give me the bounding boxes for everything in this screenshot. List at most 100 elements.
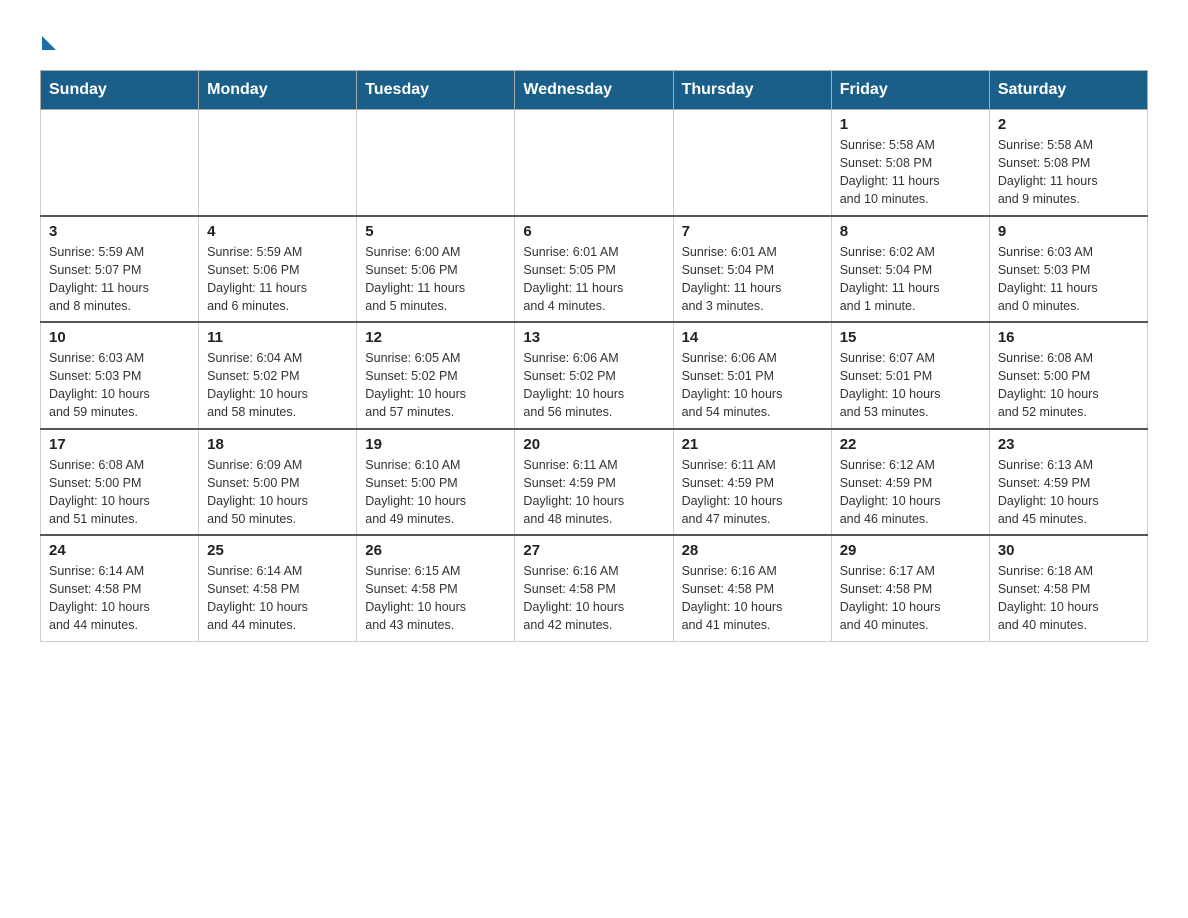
weekday-header-wednesday: Wednesday [515,71,673,110]
calendar-cell: 14 Sunrise: 6:06 AMSunset: 5:01 PMDayligh… [673,322,831,429]
day-info: Sunrise: 6:11 AMSunset: 4:59 PMDaylight:… [523,456,664,529]
day-number: 27 [523,542,664,559]
weekday-header-row: SundayMondayTuesdayWednesdayThursdayFrid… [41,71,1148,110]
calendar-cell: 1 Sunrise: 5:58 AMSunset: 5:08 PMDaylight… [831,110,989,216]
day-number: 20 [523,436,664,453]
day-info: Sunrise: 6:06 AMSunset: 5:01 PMDaylight:… [682,349,823,422]
calendar-cell [199,110,357,216]
day-number: 4 [207,223,348,240]
day-number: 23 [998,436,1139,453]
calendar-cell: 13 Sunrise: 6:06 AMSunset: 5:02 PMDayligh… [515,322,673,429]
weekday-header-thursday: Thursday [673,71,831,110]
day-info: Sunrise: 6:15 AMSunset: 4:58 PMDaylight:… [365,562,506,635]
calendar-cell [41,110,199,216]
calendar-cell: 23 Sunrise: 6:13 AMSunset: 4:59 PMDayligh… [989,429,1147,536]
calendar-week-row: 3 Sunrise: 5:59 AMSunset: 5:07 PMDaylight… [41,216,1148,323]
calendar-cell: 21Sunrise: 6:11 AMSunset: 4:59 PMDayligh… [673,429,831,536]
day-info: Sunrise: 6:05 AMSunset: 5:02 PMDaylight:… [365,349,506,422]
calendar-cell: 2 Sunrise: 5:58 AMSunset: 5:08 PMDaylight… [989,110,1147,216]
day-info: Sunrise: 6:18 AMSunset: 4:58 PMDaylight:… [998,562,1139,635]
logo-arrow-icon [42,36,56,50]
day-info: Sunrise: 5:59 AMSunset: 5:06 PMDaylight:… [207,243,348,316]
day-info: Sunrise: 6:08 AMSunset: 5:00 PMDaylight:… [998,349,1139,422]
calendar-cell: 30 Sunrise: 6:18 AMSunset: 4:58 PMDayligh… [989,535,1147,641]
calendar-cell: 25 Sunrise: 6:14 AMSunset: 4:58 PMDayligh… [199,535,357,641]
day-number: 9 [998,223,1139,240]
calendar-cell: 7Sunrise: 6:01 AMSunset: 5:04 PMDaylight… [673,216,831,323]
calendar-table: SundayMondayTuesdayWednesdayThursdayFrid… [40,70,1148,642]
calendar-cell: 4 Sunrise: 5:59 AMSunset: 5:06 PMDaylight… [199,216,357,323]
calendar-cell: 19Sunrise: 6:10 AMSunset: 5:00 PMDayligh… [357,429,515,536]
calendar-cell [357,110,515,216]
day-number: 30 [998,542,1139,559]
day-number: 2 [998,116,1139,133]
day-info: Sunrise: 6:16 AMSunset: 4:58 PMDaylight:… [682,562,823,635]
calendar-cell: 6Sunrise: 6:01 AMSunset: 5:05 PMDaylight… [515,216,673,323]
calendar-cell: 20 Sunrise: 6:11 AMSunset: 4:59 PMDayligh… [515,429,673,536]
day-info: Sunrise: 6:09 AMSunset: 5:00 PMDaylight:… [207,456,348,529]
calendar-cell: 3 Sunrise: 5:59 AMSunset: 5:07 PMDaylight… [41,216,199,323]
page-header [40,30,1148,50]
calendar-cell: 29 Sunrise: 6:17 AMSunset: 4:58 PMDayligh… [831,535,989,641]
day-info: Sunrise: 6:03 AMSunset: 5:03 PMDaylight:… [49,349,190,422]
day-number: 24 [49,542,190,559]
day-info: Sunrise: 5:58 AMSunset: 5:08 PMDaylight:… [998,136,1139,209]
calendar-week-row: 24 Sunrise: 6:14 AMSunset: 4:58 PMDayligh… [41,535,1148,641]
weekday-header-monday: Monday [199,71,357,110]
day-number: 5 [365,223,506,240]
day-number: 13 [523,329,664,346]
day-info: Sunrise: 5:59 AMSunset: 5:07 PMDaylight:… [49,243,190,316]
calendar-cell: 5 Sunrise: 6:00 AMSunset: 5:06 PMDaylight… [357,216,515,323]
day-number: 26 [365,542,506,559]
day-number: 19 [365,436,506,453]
calendar-cell: 9 Sunrise: 6:03 AMSunset: 5:03 PMDaylight… [989,216,1147,323]
day-number: 25 [207,542,348,559]
day-info: Sunrise: 6:07 AMSunset: 5:01 PMDaylight:… [840,349,981,422]
day-number: 1 [840,116,981,133]
day-number: 3 [49,223,190,240]
weekday-header-saturday: Saturday [989,71,1147,110]
day-info: Sunrise: 6:08 AMSunset: 5:00 PMDaylight:… [49,456,190,529]
day-info: Sunrise: 5:58 AMSunset: 5:08 PMDaylight:… [840,136,981,209]
day-info: Sunrise: 6:14 AMSunset: 4:58 PMDaylight:… [207,562,348,635]
day-number: 14 [682,329,823,346]
weekday-header-friday: Friday [831,71,989,110]
calendar-cell [515,110,673,216]
day-info: Sunrise: 6:17 AMSunset: 4:58 PMDaylight:… [840,562,981,635]
calendar-week-row: 10 Sunrise: 6:03 AMSunset: 5:03 PMDayligh… [41,322,1148,429]
calendar-cell: 24 Sunrise: 6:14 AMSunset: 4:58 PMDayligh… [41,535,199,641]
day-info: Sunrise: 6:03 AMSunset: 5:03 PMDaylight:… [998,243,1139,316]
day-info: Sunrise: 6:02 AMSunset: 5:04 PMDaylight:… [840,243,981,316]
day-info: Sunrise: 6:12 AMSunset: 4:59 PMDaylight:… [840,456,981,529]
calendar-cell: 12 Sunrise: 6:05 AMSunset: 5:02 PMDayligh… [357,322,515,429]
day-number: 12 [365,329,506,346]
calendar-cell: 11 Sunrise: 6:04 AMSunset: 5:02 PMDayligh… [199,322,357,429]
day-number: 8 [840,223,981,240]
calendar-cell: 26 Sunrise: 6:15 AMSunset: 4:58 PMDayligh… [357,535,515,641]
calendar-cell: 28 Sunrise: 6:16 AMSunset: 4:58 PMDayligh… [673,535,831,641]
day-number: 17 [49,436,190,453]
weekday-header-tuesday: Tuesday [357,71,515,110]
day-number: 16 [998,329,1139,346]
calendar-week-row: 17 Sunrise: 6:08 AMSunset: 5:00 PMDayligh… [41,429,1148,536]
weekday-header-sunday: Sunday [41,71,199,110]
day-info: Sunrise: 6:04 AMSunset: 5:02 PMDaylight:… [207,349,348,422]
day-info: Sunrise: 6:13 AMSunset: 4:59 PMDaylight:… [998,456,1139,529]
day-number: 10 [49,329,190,346]
day-number: 11 [207,329,348,346]
day-number: 21 [682,436,823,453]
calendar-week-row: 1 Sunrise: 5:58 AMSunset: 5:08 PMDaylight… [41,110,1148,216]
day-info: Sunrise: 6:00 AMSunset: 5:06 PMDaylight:… [365,243,506,316]
day-number: 29 [840,542,981,559]
day-info: Sunrise: 6:14 AMSunset: 4:58 PMDaylight:… [49,562,190,635]
day-info: Sunrise: 6:01 AMSunset: 5:05 PMDaylight:… [523,243,664,316]
calendar-cell: 10 Sunrise: 6:03 AMSunset: 5:03 PMDayligh… [41,322,199,429]
calendar-cell: 8 Sunrise: 6:02 AMSunset: 5:04 PMDaylight… [831,216,989,323]
day-number: 15 [840,329,981,346]
calendar-cell: 16 Sunrise: 6:08 AMSunset: 5:00 PMDayligh… [989,322,1147,429]
calendar-cell [673,110,831,216]
day-info: Sunrise: 6:06 AMSunset: 5:02 PMDaylight:… [523,349,664,422]
day-number: 28 [682,542,823,559]
calendar-cell: 22Sunrise: 6:12 AMSunset: 4:59 PMDayligh… [831,429,989,536]
day-number: 7 [682,223,823,240]
